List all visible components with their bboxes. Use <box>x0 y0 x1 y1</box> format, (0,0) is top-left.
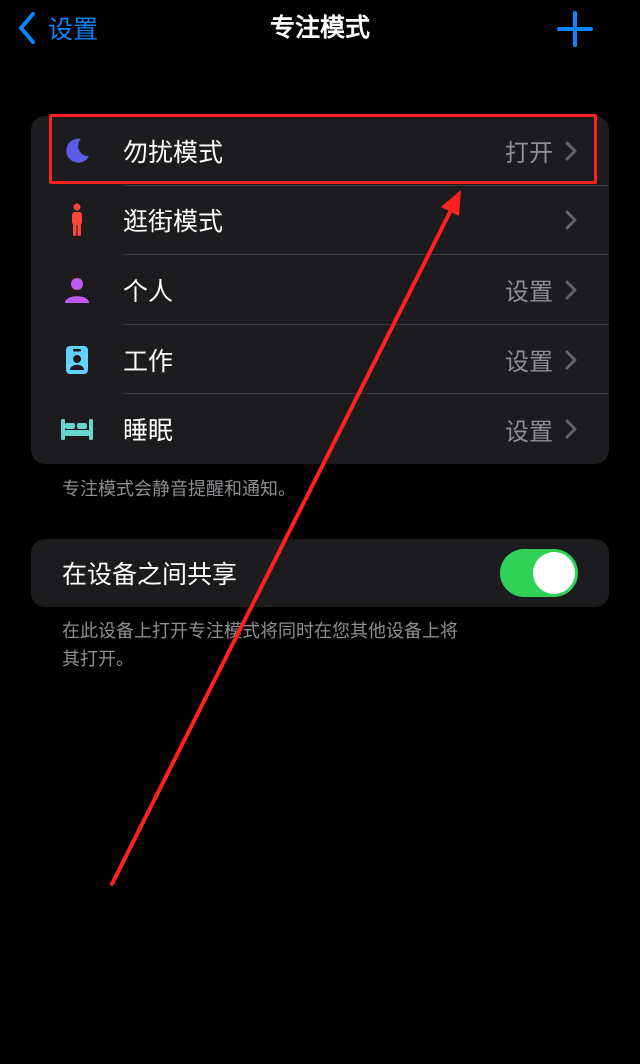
annotation-arrow-icon <box>110 190 461 886</box>
